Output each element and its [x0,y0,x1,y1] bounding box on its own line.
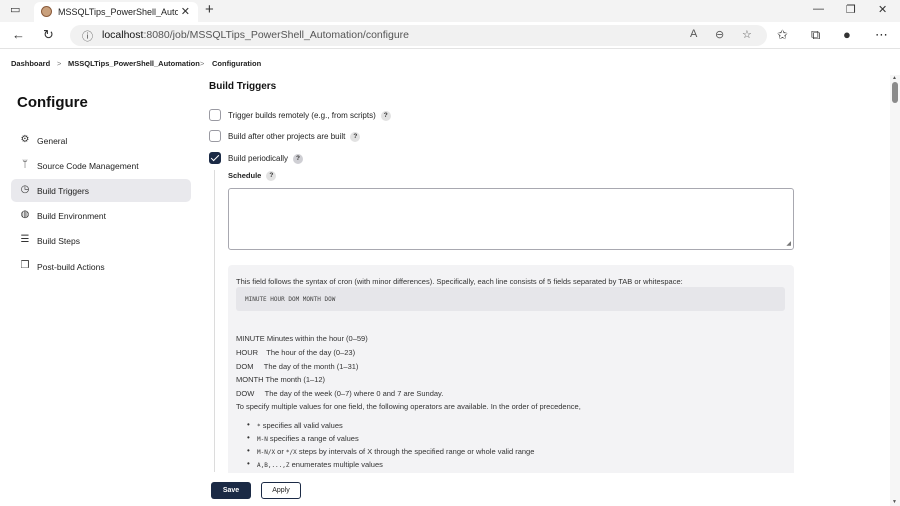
scroll-down-icon[interactable]: ▼ [892,499,897,505]
url-text[interactable]: localhost:8080/job/MSSQLTips_PowerShell_… [102,29,409,41]
zoom-icon[interactable]: ⊖ [715,28,724,41]
page-scrollbar[interactable]: ▲ ▼ [890,75,900,506]
help-bullet-4: A,B,...,Z enumerates multiple values [257,460,383,469]
tab-title: MSSQLTips_PowerShell_Automat [58,7,178,17]
build-periodically-checkbox[interactable] [209,152,221,164]
help-field-dow: DOW The day of the week (0–7) where 0 an… [236,389,444,398]
new-tab-button[interactable]: + [205,1,214,18]
tab-actions-icon[interactable]: ▭ [10,3,20,16]
branch-icon: ᛘ [22,159,28,170]
breadcrumb-job[interactable]: MSSQLTips_PowerShell_Automation [68,59,200,68]
section-title: Build Triggers [209,81,277,92]
schedule-textarea[interactable]: ◢ [228,188,794,250]
trigger-remotely-checkbox[interactable] [209,109,221,121]
scrollbar-thumb[interactable] [892,82,898,103]
back-arrow-icon[interactable]: ← [12,27,25,42]
minimize-icon[interactable]: — [813,3,824,15]
refresh-icon[interactable]: ↻ [43,27,54,43]
favorites-icon[interactable]: ✩ [777,27,788,43]
sidebar-item-general[interactable]: ⚙ General [11,129,191,152]
help-bullet-1: * specifies all valid values [257,421,343,430]
list-icon: ☰ [20,234,30,245]
save-button[interactable]: Save [211,482,251,499]
trigger-remotely-label[interactable]: Trigger builds remotely (e.g., from scri… [228,111,391,121]
more-icon[interactable]: ⋯ [875,27,888,43]
schedule-label: Schedule? [228,171,277,182]
build-periodically-label[interactable]: Build periodically? [228,154,304,164]
help-intro: This field follows the syntax of cron (w… [236,277,683,286]
sidebar-item-label: Build Triggers [37,186,89,196]
scroll-up-icon[interactable]: ▲ [892,75,897,81]
bottom-action-bar: Save Apply [195,473,890,506]
help-field-dom: DOM The day of the month (1–31) [236,362,359,371]
help-icon[interactable]: ? [380,111,391,121]
help-field-hour: HOUR The hour of the day (0–23) [236,348,356,357]
gear-icon: ⚙ [20,134,30,145]
sidebar-item-label: Source Code Management [37,161,139,171]
help-icon[interactable]: ? [350,132,361,142]
read-aloud-icon[interactable]: A [690,28,697,40]
url-bar[interactable]: ⓘ localhost:8080/job/MSSQLTips_PowerShel… [70,25,767,46]
favicon-icon [41,6,52,17]
help-bullet-2: M-N specifies a range of values [257,434,359,443]
page-title: Configure [17,94,88,111]
help-icon[interactable]: ? [293,154,304,164]
resize-handle-icon[interactable]: ◢ [786,240,791,247]
globe-icon: ◍ [20,209,30,220]
clock-icon: ◷ [20,184,30,195]
bullet: • [247,446,250,455]
bullet: • [247,420,250,429]
help-field-minute: MINUTE Minutes within the hour (0–59) [236,334,368,343]
address-toolbar: ← ↻ ⓘ localhost:8080/job/MSSQLTips_Power… [0,22,900,49]
sidebar-item-build-steps[interactable]: ☰ Build Steps [11,229,191,252]
sidebar-item-label: Post-build Actions [37,262,105,272]
breadcrumb-dashboard[interactable]: Dashboard [11,59,50,68]
help-icon[interactable]: ? [266,171,277,182]
breadcrumb-separator: > [57,59,62,68]
bullet: • [247,433,250,442]
sidebar-item-source-code-management[interactable]: ᛘ Source Code Management [11,154,191,177]
browser-tab-bar: ▭ MSSQLTips_PowerShell_Automat ✕ + — ❐ ✕ [0,0,900,22]
sidebar-item-label: Build Environment [37,211,106,221]
breadcrumb: Dashboard > MSSQLTips_PowerShell_Automat… [0,50,890,75]
help-field-month: MONTH The month (1–12) [236,375,326,384]
favorite-add-icon[interactable]: ☆ [742,28,752,41]
build-after-other-projects-checkbox[interactable] [209,130,221,142]
sidebar-item-post-build-actions[interactable]: ❒ Post-build Actions [11,255,191,278]
build-after-other-projects-label[interactable]: Build after other projects are built? [228,132,361,142]
close-window-icon[interactable]: ✕ [878,3,887,16]
collections-icon[interactable]: ⧉ [811,27,820,43]
sidebar-item-label: General [37,136,68,146]
help-operators-intro: To specify multiple values for one field… [236,402,581,411]
help-code-block: MINUTE HOUR DOM MONTH DOW [236,287,785,311]
maximize-icon[interactable]: ❐ [846,3,856,16]
cube-icon: ❒ [20,260,30,271]
info-icon[interactable]: ⓘ [82,28,93,44]
profile-icon[interactable]: ● [843,27,851,42]
cron-help-panel: This field follows the syntax of cron (w… [228,265,794,480]
sidebar-item-build-triggers[interactable]: ◷ Build Triggers [11,179,191,202]
section-indent-rule [214,170,215,472]
bullet: • [247,459,250,468]
help-bullet-3: M-N/X or */X steps by intervals of X thr… [257,447,535,456]
browser-tab[interactable]: MSSQLTips_PowerShell_Automat ✕ [34,2,198,22]
sidebar-item-build-environment[interactable]: ◍ Build Environment [11,204,191,227]
breadcrumb-separator: > [200,59,205,68]
apply-button[interactable]: Apply [261,482,301,499]
close-tab-icon[interactable]: ✕ [181,5,190,18]
breadcrumb-configuration[interactable]: Configuration [212,59,261,68]
sidebar-item-label: Build Steps [37,236,80,246]
